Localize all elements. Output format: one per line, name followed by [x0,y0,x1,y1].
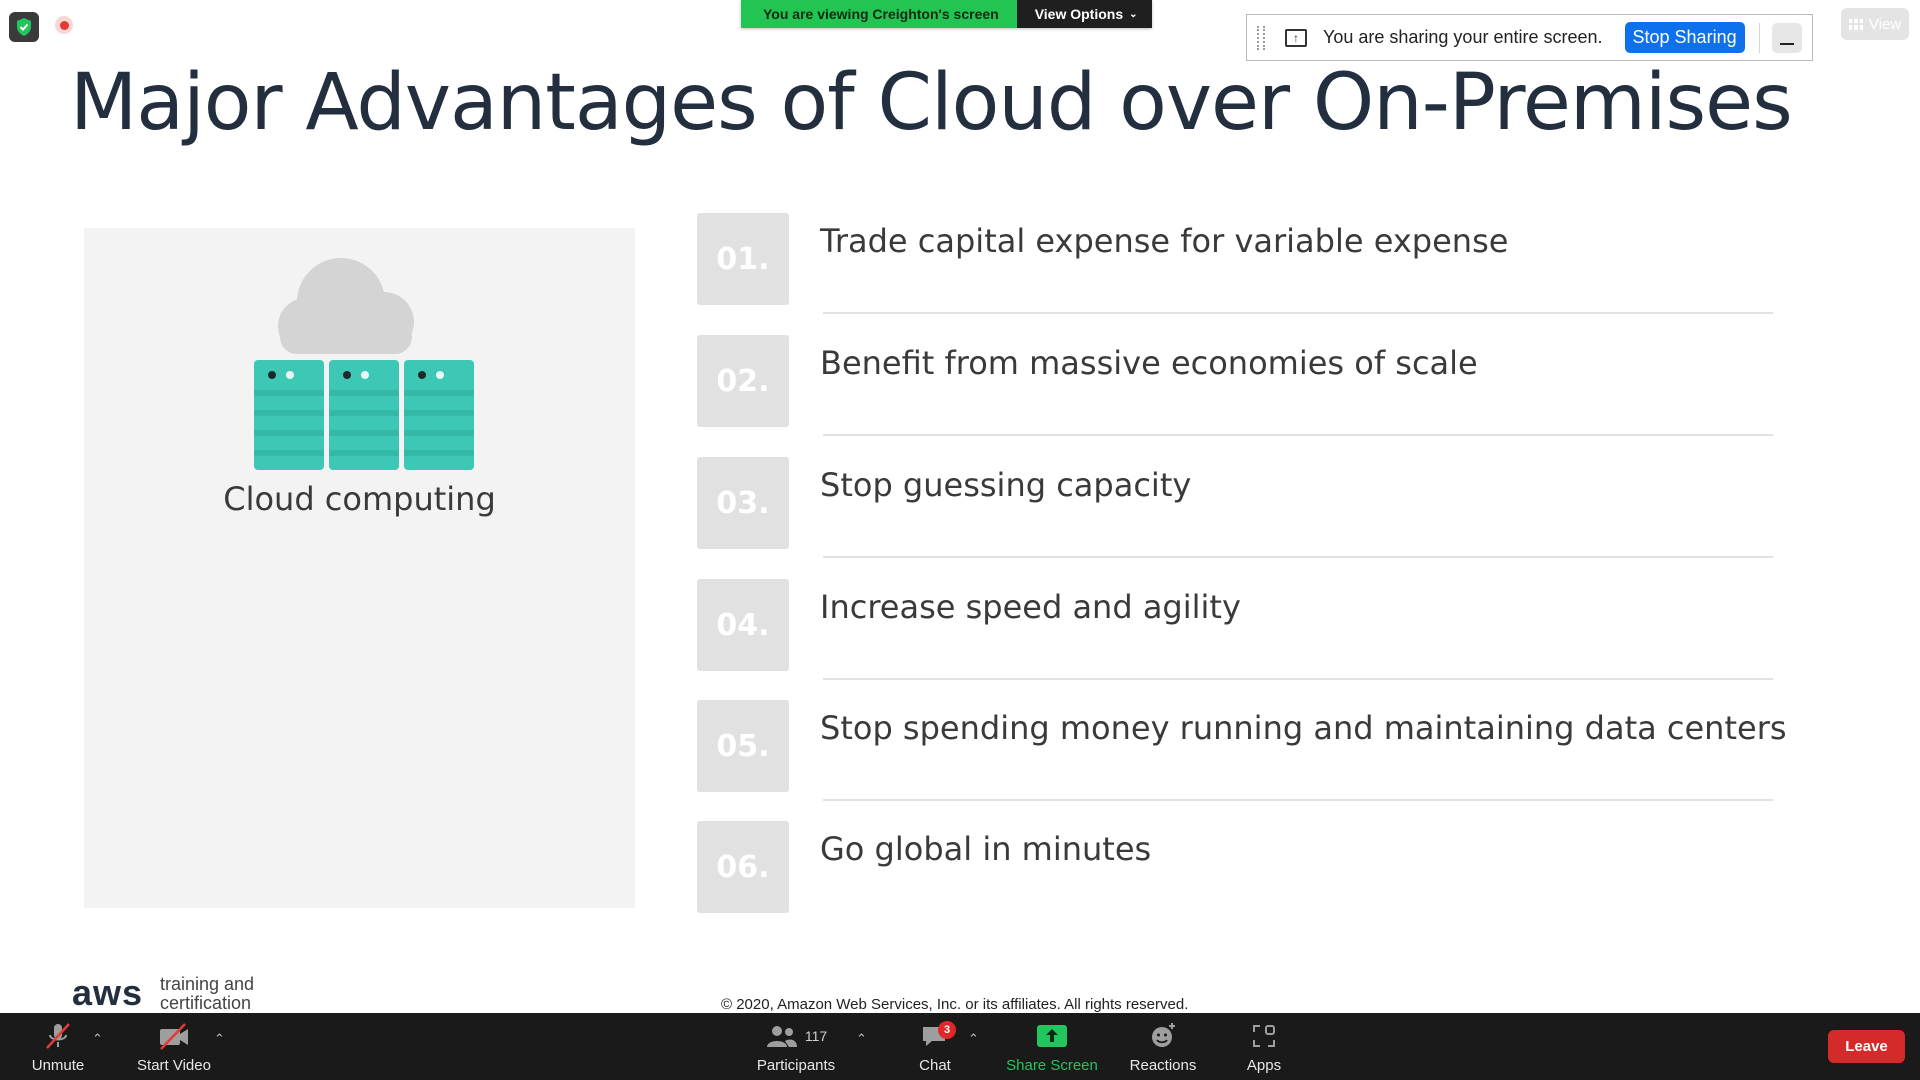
start-video-button[interactable]: Start Video [132,1013,216,1080]
list-item: 01. Trade capital expense for variable e… [697,213,1773,314]
chevron-down-icon: ⌄ [1129,8,1138,20]
chevron-up-icon[interactable]: ⌃ [856,1031,867,1047]
start-video-label: Start Video [137,1057,211,1074]
item-number: 01. [697,213,789,305]
muted-mic-icon [43,1021,73,1051]
unmute-button[interactable]: Unmute [22,1013,94,1080]
share-screen-label: Share Screen [1006,1057,1098,1074]
item-text: Stop guessing capacity [820,466,1192,504]
cloud-computing-label: Cloud computing [223,480,496,518]
participant-count: 117 [804,1028,828,1044]
copyright-text: © 2020, Amazon Web Services, Inc. or its… [721,996,1189,1013]
chevron-up-icon[interactable]: ⌃ [214,1031,225,1047]
item-number: 03. [697,457,789,549]
divider [823,556,1773,558]
chat-button[interactable]: 3 Chat [910,1013,960,1080]
item-number: 02. [697,335,789,427]
chevron-up-icon[interactable]: ⌃ [92,1031,103,1047]
divider [823,312,1773,314]
reactions-icon [1148,1021,1178,1051]
record-icon[interactable] [55,16,73,34]
meeting-toolbar: Unmute ⌃ Start Video ⌃ 117 Participants … [0,1013,1920,1080]
share-screen-icon [1036,1021,1068,1051]
share-up-icon: ↑ [1285,28,1307,47]
divider [823,434,1773,436]
screen-share-bar: ↑ You are sharing your entire screen. St… [1246,14,1813,61]
apps-icon [1251,1021,1277,1051]
leave-button[interactable]: Leave [1828,1030,1905,1063]
cloud-panel: Cloud computing [84,228,635,908]
stop-sharing-button[interactable]: Stop Sharing [1624,22,1745,53]
list-item: 02. Benefit from massive economies of sc… [697,335,1773,436]
unmute-label: Unmute [31,1057,85,1074]
divider [823,678,1773,680]
reactions-label: Reactions [1129,1057,1197,1074]
view-options-label: View Options [1034,6,1124,22]
minimize-button[interactable] [1771,22,1802,53]
aws-logo-mark: aws [72,976,144,1013]
view-options-button[interactable]: View Options ⌄ [1016,0,1152,28]
divider [1758,22,1760,53]
drag-handle[interactable] [1257,25,1265,50]
viewing-banner: You are viewing Creighton's screen View … [741,0,1152,28]
divider [823,799,1773,801]
item-text: Trade capital expense for variable expen… [820,222,1509,260]
list-item: 05. Stop spending money running and main… [697,700,1787,801]
reactions-button[interactable]: Reactions [1124,1013,1202,1080]
chevron-up-icon[interactable]: ⌃ [968,1031,979,1047]
slide-title: Major Advantages of Cloud over On-Premis… [70,58,1793,148]
chat-badge: 3 [938,1021,956,1039]
item-number: 04. [697,579,789,671]
viewing-banner-text: You are viewing Creighton's screen [741,0,1017,28]
aws-logo: aws training and certification [72,976,272,1014]
cloud-server-illustration [254,258,474,470]
participants-icon [766,1026,797,1047]
item-number: 06. [697,821,789,913]
list-item: 03. Stop guessing capacity [697,457,1773,558]
apps-button[interactable]: Apps [1240,1013,1288,1080]
list-item: 06. Go global in minutes [697,821,1772,913]
view-button-label: View [1868,15,1902,33]
shield-check-icon[interactable] [9,12,39,42]
sharing-message: You are sharing your entire screen. [1323,27,1603,47]
item-text: Benefit from massive economies of scale [820,344,1478,382]
share-screen-button[interactable]: Share Screen [1004,1013,1100,1080]
apps-label: Apps [1246,1057,1282,1074]
participants-button[interactable]: 117 Participants [750,1013,842,1080]
grid-icon [1848,18,1863,30]
item-text: Stop spending money running and maintain… [820,709,1787,747]
participants-label: Participants [756,1057,836,1074]
zoom-meeting-window: You are viewing Creighton's screen View … [0,0,1920,1080]
item-text: Go global in minutes [820,830,1152,868]
list-item: 04. Increase speed and agility [697,579,1773,680]
aws-logo-subtitle: training and certification [160,976,255,1013]
video-off-icon [157,1021,191,1051]
view-button[interactable]: View [1841,8,1909,40]
item-number: 05. [697,700,789,792]
item-text: Increase speed and agility [820,588,1241,626]
chat-label: Chat [919,1057,951,1074]
